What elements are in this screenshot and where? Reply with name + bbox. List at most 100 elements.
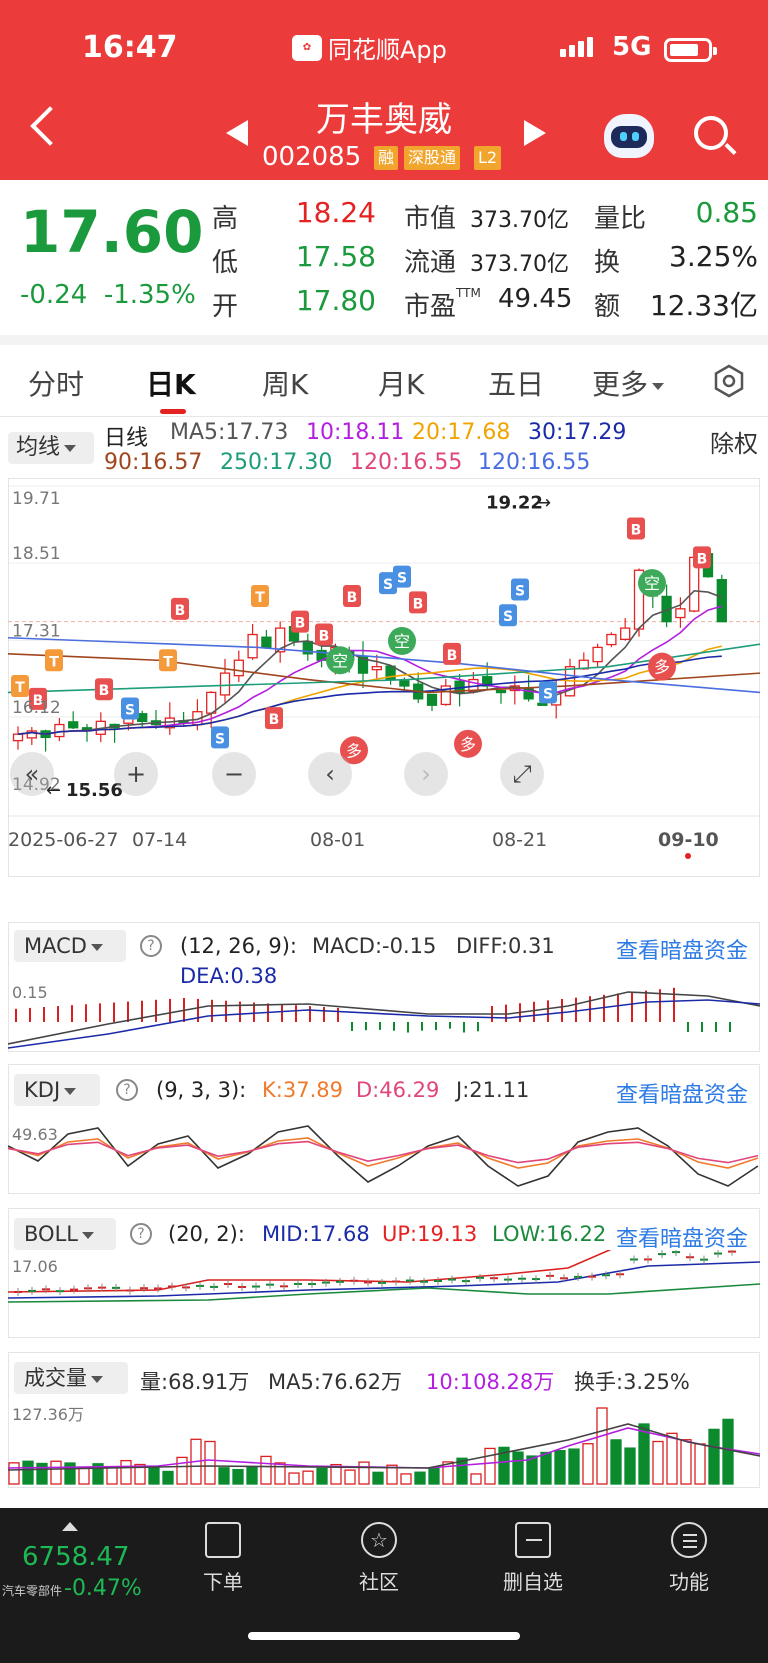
signal-badge-T: T (11, 674, 29, 697)
boll-low-line (8, 1283, 760, 1303)
chart-control-button[interactable]: « (10, 752, 54, 796)
kdj-help-icon[interactable]: ? (116, 1079, 138, 1101)
tab-intraday[interactable]: 分时 (28, 363, 84, 403)
chart-control-button[interactable]: ‹ (308, 752, 352, 796)
ma250-line (8, 643, 760, 694)
volume-bar (568, 1448, 580, 1485)
volume-chart: 127.36万 (8, 1405, 760, 1485)
robot-assistant-icon[interactable] (604, 114, 654, 158)
boll-help-icon[interactable]: ? (130, 1223, 152, 1245)
amount-value: 12.33亿 (649, 289, 758, 322)
community-button[interactable]: ☆ 社区 (334, 1522, 424, 1595)
dark-pool-link-kdj[interactable]: 查看暗盘资金 (616, 1077, 748, 1109)
chart-control-button[interactable]: − (212, 752, 256, 796)
volume-bar (610, 1439, 622, 1485)
k-value: K:37.89 (262, 1078, 343, 1102)
candle-body (68, 721, 79, 729)
diff-line (8, 991, 760, 1045)
svg-text:B: B (319, 629, 330, 645)
kdj-params: (9, 3, 3): (156, 1078, 247, 1102)
signal-badge-S: S (539, 681, 557, 704)
stock-detail-screen: 16:47 ✿ 同花顺App 5G 万丰奥威 002085 融 深股通 L2 1… (0, 0, 768, 1663)
settings-hexagon-icon[interactable] (712, 364, 746, 398)
candle-body (371, 666, 382, 671)
volume-bar (582, 1443, 594, 1485)
tab-weekly-k[interactable]: 周K (262, 363, 308, 403)
svg-text:空: 空 (644, 574, 660, 593)
signal-badge-B: B (315, 623, 333, 646)
candle-body (137, 713, 148, 722)
macd-help-icon[interactable]: ? (140, 935, 162, 957)
status-app-name: 同花顺App (328, 36, 447, 64)
dea-line (8, 999, 760, 1049)
candle-body (620, 627, 631, 640)
chart-control-button[interactable]: ⤢ (500, 752, 544, 796)
volume-ma5: MA5:76.62万 (268, 1370, 403, 1394)
functions-button[interactable]: 功能 (644, 1522, 734, 1595)
volume-select[interactable]: 成交量 (14, 1362, 128, 1394)
tab-monthly-k[interactable]: 月K (378, 363, 424, 403)
svg-text:S: S (543, 686, 553, 702)
community-star-icon: ☆ (361, 1522, 397, 1558)
tab-more[interactable]: 更多 (592, 363, 665, 403)
tab-daily-k[interactable]: 日K (146, 363, 196, 403)
svg-text:T: T (15, 680, 25, 696)
price-change: -0.24 -1.35% (20, 280, 196, 310)
kdj-select[interactable]: KDJ (14, 1074, 100, 1106)
tab-five-day[interactable]: 五日 (488, 363, 544, 403)
index-value[interactable]: 6758.47 (22, 1542, 130, 1572)
kdj-chart: 49.63 (8, 1125, 759, 1187)
dark-pool-link-boll[interactable]: 查看暗盘资金 (616, 1221, 748, 1253)
svg-text:多: 多 (654, 658, 670, 677)
ma120-value: 120:16.55 (350, 450, 463, 475)
tag-l2: L2 (474, 146, 502, 170)
svg-text:«: « (25, 760, 40, 788)
menu-circle-icon (671, 1522, 707, 1558)
low-label: 低 (212, 248, 239, 278)
svg-text:空: 空 (332, 651, 348, 670)
svg-text:T: T (255, 590, 265, 606)
high-marker-value: 19.22 (486, 493, 543, 514)
order-button[interactable]: 下单 (178, 1522, 268, 1595)
svg-text:S: S (125, 702, 135, 718)
kline-chart[interactable]: TBTBSTBSTBBBBS SBBSSSBB空空空多 多多19.7118.5117… (8, 478, 760, 878)
y-axis-label: 17.31 (12, 621, 61, 641)
search-icon[interactable] (694, 116, 728, 150)
svg-text:S: S (215, 731, 225, 747)
remove-watchlist-button[interactable]: 删自选 (488, 1522, 578, 1595)
svg-text:S: S (503, 609, 513, 625)
signal-icon (560, 37, 593, 57)
boll-mid-line (8, 1261, 760, 1299)
period-label: 日线 (104, 426, 149, 451)
adjust-toggle[interactable]: 除权 (710, 424, 758, 459)
ma20-value: 20:17.68 (412, 420, 511, 445)
dark-pool-link[interactable]: 查看暗盘资金 (616, 933, 748, 965)
signal-badge-S: S (393, 565, 411, 588)
home-indicator[interactable] (248, 1632, 520, 1640)
chart-control-button[interactable]: › (404, 752, 448, 796)
candle-body (716, 579, 727, 623)
macd-select[interactable]: MACD (14, 930, 126, 962)
expand-up-icon[interactable] (62, 1522, 78, 1531)
volume-bar (64, 1462, 76, 1485)
header: 16:47 ✿ 同花顺App 5G 万丰奥威 002085 融 深股通 L2 (0, 0, 768, 180)
signal-bubble: 多 (454, 729, 482, 758)
next-stock-icon[interactable] (524, 120, 546, 146)
svg-text:S: S (383, 577, 393, 593)
indicator-select[interactable]: 均线 (8, 432, 94, 464)
volume-bar (358, 1461, 370, 1485)
volume-bar (204, 1440, 216, 1485)
ma250-value: 250:17.30 (220, 450, 333, 475)
ma90-line (8, 653, 760, 694)
signal-badge-B: B (291, 610, 309, 633)
float-value: 373.70亿 (470, 252, 569, 277)
chart-control-button[interactable]: + (114, 752, 158, 796)
signal-bubble: 多 (648, 652, 676, 681)
vr-label: 量比 (594, 204, 647, 234)
volume-bar (162, 1470, 174, 1485)
volume-bar (218, 1467, 230, 1485)
signal-badge-T: T (159, 649, 177, 672)
date-label: 09-10 (658, 829, 719, 851)
volume-bar (302, 1470, 314, 1485)
boll-select[interactable]: BOLL (14, 1218, 116, 1250)
